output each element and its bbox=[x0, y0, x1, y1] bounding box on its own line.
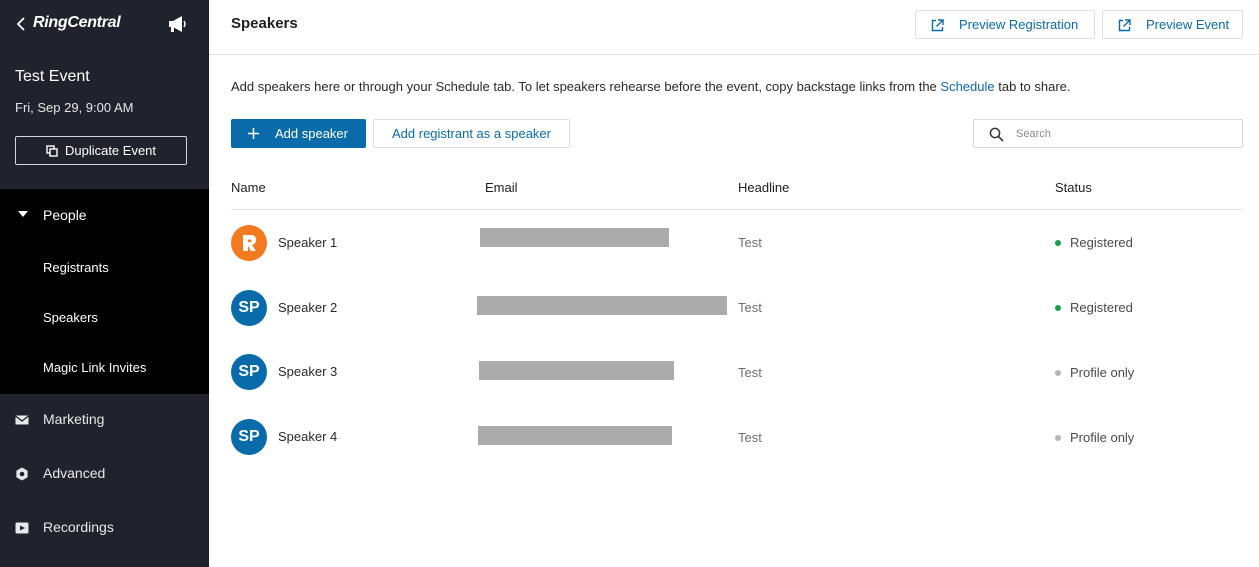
redacted-email bbox=[480, 228, 669, 247]
column-header-status: Status bbox=[1055, 180, 1092, 195]
redacted-email bbox=[477, 296, 727, 315]
hexagon-gear-icon bbox=[16, 467, 28, 481]
redacted-email bbox=[479, 361, 674, 380]
speaker-name[interactable]: Speaker 1 bbox=[278, 235, 337, 250]
redacted-email bbox=[478, 426, 672, 445]
advanced-label: Advanced bbox=[43, 465, 106, 481]
status-label: Profile only bbox=[1070, 430, 1135, 445]
intro-text-before: Add speakers here or through your Schedu… bbox=[231, 79, 941, 94]
external-link-icon bbox=[1118, 19, 1131, 32]
status-badge: Profile only bbox=[1055, 365, 1134, 380]
marketing-label: Marketing bbox=[43, 411, 105, 427]
duplicate-event-label: Duplicate Event bbox=[64, 143, 157, 158]
speaker-headline: Test bbox=[738, 365, 762, 380]
speaker-headline: Test bbox=[738, 300, 762, 315]
add-speaker-button[interactable]: Add speaker bbox=[231, 119, 366, 148]
sidebar: RingCentral Test Event Fri, Sep 29, 9:00… bbox=[0, 0, 209, 567]
table-row[interactable]: Speaker 1 Test Registered bbox=[231, 225, 1243, 290]
speaker-headline: Test bbox=[738, 430, 762, 445]
search-input[interactable] bbox=[1016, 124, 1231, 143]
top-bar: Speakers Preview Registration Preview Ev… bbox=[209, 0, 1259, 55]
page-title: Speakers bbox=[231, 15, 298, 32]
schedule-link[interactable]: Schedule bbox=[940, 79, 994, 94]
plus-icon bbox=[248, 128, 259, 139]
copy-icon bbox=[46, 144, 58, 157]
recordings-label: Recordings bbox=[43, 519, 114, 535]
status-badge: Registered bbox=[1055, 235, 1133, 250]
avatar bbox=[231, 225, 267, 261]
preview-registration-button[interactable]: Preview Registration bbox=[915, 10, 1095, 39]
recording-icon bbox=[15, 522, 29, 534]
table-row[interactable]: SP Speaker 2 Test Registered bbox=[231, 290, 1243, 355]
sidebar-item-registrants[interactable]: Registrants bbox=[43, 260, 109, 275]
search-icon bbox=[989, 127, 1004, 142]
status-badge: Registered bbox=[1055, 300, 1133, 315]
people-toggle[interactable]: People bbox=[0, 203, 209, 227]
people-section: People Registrants Speakers Magic Link I… bbox=[0, 189, 209, 394]
ringcentral-r-icon bbox=[243, 235, 256, 251]
event-date: Fri, Sep 29, 9:00 AM bbox=[15, 100, 134, 115]
preview-event-label: Preview Event bbox=[1146, 17, 1230, 32]
search-box bbox=[973, 119, 1243, 148]
event-title: Test Event bbox=[15, 68, 90, 85]
column-header-email: Email bbox=[485, 180, 518, 195]
sidebar-item-magic-link-invites[interactable]: Magic Link Invites bbox=[43, 360, 146, 375]
speaker-name[interactable]: Speaker 4 bbox=[278, 429, 337, 444]
avatar: SP bbox=[231, 354, 267, 390]
speaker-headline: Test bbox=[738, 235, 762, 250]
people-label: People bbox=[43, 207, 87, 223]
duplicate-event-button[interactable]: Duplicate Event bbox=[15, 136, 187, 165]
preview-event-button[interactable]: Preview Event bbox=[1102, 10, 1243, 39]
sidebar-item-marketing[interactable]: Marketing bbox=[0, 400, 209, 440]
ringcentral-logo: RingCentral bbox=[33, 14, 121, 31]
caret-down-icon bbox=[18, 211, 28, 217]
sidebar-item-advanced[interactable]: Advanced bbox=[0, 454, 209, 494]
add-speaker-label: Add speaker bbox=[275, 126, 348, 141]
envelope-icon bbox=[15, 415, 29, 425]
status-dot-icon bbox=[1055, 304, 1061, 311]
external-link-icon bbox=[931, 19, 944, 32]
preview-registration-label: Preview Registration bbox=[959, 17, 1079, 32]
brand-bar: RingCentral bbox=[0, 0, 209, 48]
status-label: Profile only bbox=[1070, 365, 1135, 380]
avatar: SP bbox=[231, 419, 267, 455]
column-header-name: Name bbox=[231, 180, 266, 195]
status-label: Registered bbox=[1070, 300, 1133, 315]
table-row[interactable]: SP Speaker 3 Test Profile only bbox=[231, 354, 1243, 419]
sidebar-item-speakers[interactable]: Speakers bbox=[43, 310, 98, 325]
avatar: SP bbox=[231, 290, 267, 326]
chevron-left-icon[interactable] bbox=[15, 15, 27, 33]
sidebar-item-recordings[interactable]: Recordings bbox=[0, 508, 209, 548]
intro-text: Add speakers here or through your Schedu… bbox=[231, 79, 1071, 94]
status-dot-icon bbox=[1055, 239, 1061, 246]
status-badge: Profile only bbox=[1055, 430, 1134, 445]
intro-text-after: tab to share. bbox=[994, 79, 1071, 94]
table-row[interactable]: SP Speaker 4 Test Profile only bbox=[231, 419, 1243, 484]
column-header-headline: Headline bbox=[738, 180, 790, 195]
status-dot-icon bbox=[1055, 434, 1061, 441]
megaphone-icon[interactable] bbox=[166, 14, 188, 34]
status-label: Registered bbox=[1070, 235, 1133, 250]
speaker-name[interactable]: Speaker 3 bbox=[278, 364, 337, 379]
speaker-name[interactable]: Speaker 2 bbox=[278, 300, 337, 315]
header-divider bbox=[231, 209, 1243, 210]
status-dot-icon bbox=[1055, 369, 1061, 376]
add-registrant-as-speaker-button[interactable]: Add registrant as a speaker bbox=[373, 119, 570, 148]
